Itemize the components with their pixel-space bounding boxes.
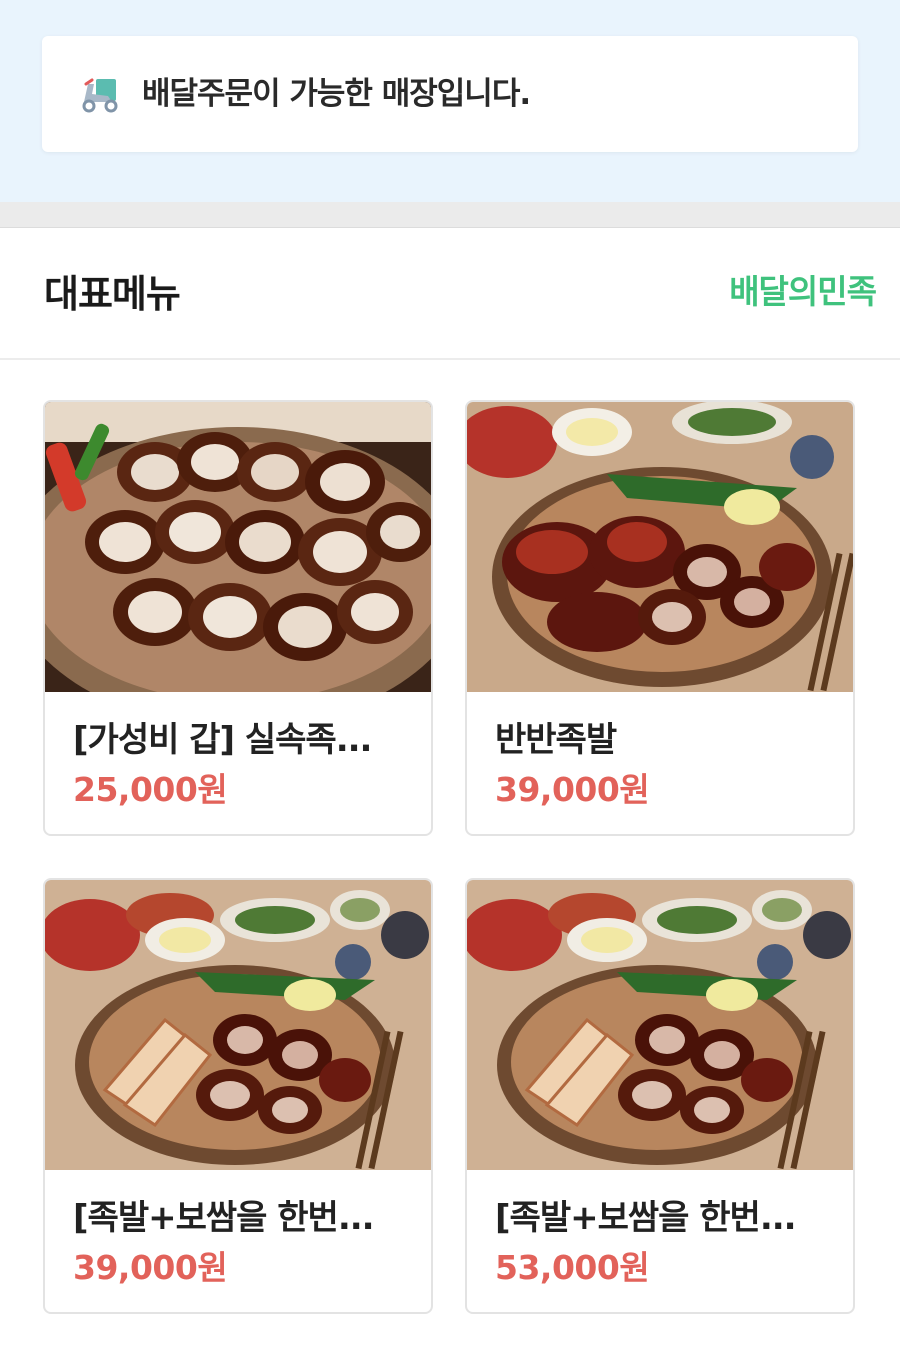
- baemin-brand-link[interactable]: 배달의민족: [729, 270, 877, 314]
- delivery-notice: 배달주문이 가능한 매장입니다.: [42, 36, 858, 152]
- menu-card[interactable]: [가성비 갑] 실속족... 25,000원: [43, 400, 433, 836]
- menu-photo: [45, 402, 431, 692]
- menu-price: 25,000원: [73, 770, 228, 809]
- menu-name: [족발+보쌈을 한번...: [495, 1198, 797, 1238]
- menu-photo: [45, 880, 431, 1170]
- menu-card[interactable]: 반반족발 39,000원: [465, 400, 855, 836]
- menu-name: [가성비 갑] 실속족...: [73, 720, 372, 760]
- menu-price: 53,000원: [495, 1248, 650, 1287]
- store-info-banner: 배달주문이 가능한 매장입니다.: [0, 0, 900, 202]
- menu-name: [족발+보쌈을 한번...: [73, 1198, 375, 1238]
- menu-name: 반반족발: [495, 720, 617, 760]
- delivery-scooter-icon: [82, 78, 118, 113]
- menu-card[interactable]: [족발+보쌈을 한번... 39,000원: [43, 878, 433, 1314]
- menu-card[interactable]: [족발+보쌈을 한번... 53,000원: [465, 878, 855, 1314]
- divider: [0, 358, 900, 360]
- section-title: 대표메뉴: [44, 272, 181, 316]
- section-divider: [0, 202, 900, 228]
- menu-photo: [467, 880, 853, 1170]
- menu-price: 39,000원: [73, 1248, 228, 1287]
- menu-price: 39,000원: [495, 770, 650, 809]
- delivery-notice-text: 배달주문이 가능한 매장입니다.: [142, 76, 531, 112]
- menu-photo: [467, 402, 853, 692]
